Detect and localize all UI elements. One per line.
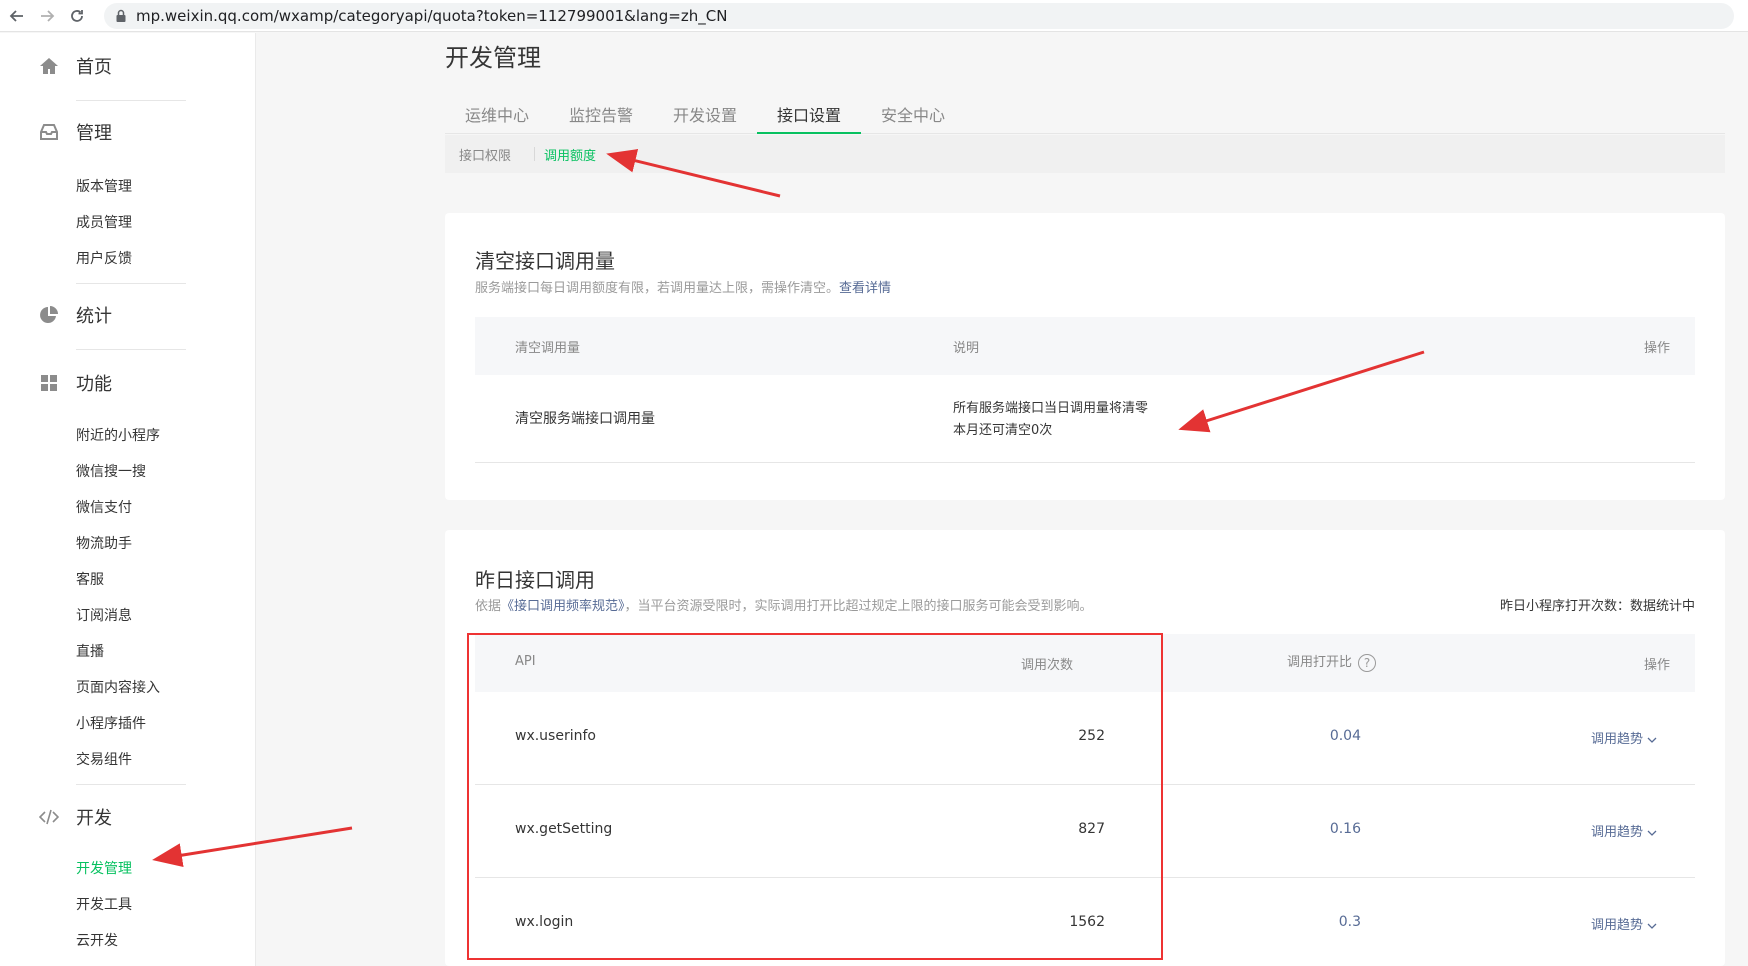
grid-icon [38, 372, 60, 394]
pie-chart-icon [38, 304, 60, 326]
divider [534, 147, 535, 161]
sidebar-item-dev[interactable]: 开发 [38, 804, 112, 830]
reload-button[interactable] [64, 3, 90, 29]
sidebar-item-dev-tools[interactable]: 开发工具 [76, 894, 132, 914]
sidebar-item-trade[interactable]: 交易组件 [76, 749, 132, 769]
card-description: 服务端接口每日调用额度有限，若调用量达上限，需操作清空。查看详情 [475, 277, 891, 296]
column-header-ratio: 调用打开比? [1287, 651, 1377, 672]
card-title: 昨日接口调用 [475, 568, 595, 592]
tab-ops[interactable]: 运维中心 [445, 96, 549, 134]
table-header: 清空调用量 说明 操作 [475, 317, 1695, 375]
trend-label: 调用趋势 [1590, 732, 1643, 747]
sidebar-item-dev-manage[interactable]: 开发管理 [76, 858, 132, 878]
sidebar-item-members[interactable]: 成员管理 [76, 212, 132, 232]
sidebar-item-content[interactable]: 页面内容接入 [76, 677, 160, 697]
subtab-bar: 接口权限 调用额度 [445, 135, 1725, 173]
sidebar-item-service[interactable]: 客服 [76, 569, 104, 589]
sidebar-item-features[interactable]: 功能 [38, 370, 112, 396]
tab-dev-settings[interactable]: 开发设置 [653, 96, 757, 134]
clear-quota-card: 清空接口调用量 服务端接口每日调用额度有限，若调用量达上限，需操作清空。查看详情… [445, 213, 1725, 500]
help-icon[interactable]: ? [1358, 653, 1377, 672]
code-icon [38, 806, 60, 828]
row-desc-2: 本月还可清空0次 [953, 423, 1053, 438]
sidebar-item-pay[interactable]: 微信支付 [76, 497, 132, 517]
row-name: 清空服务端接口调用量 [515, 411, 655, 427]
open-ratio: 0.3 [1338, 914, 1361, 930]
browser-toolbar: mp.weixin.qq.com/wxamp/categoryapi/quota… [0, 0, 1748, 32]
trend-dropdown[interactable]: 调用趋势 [1591, 914, 1657, 933]
tab-api-settings[interactable]: 接口设置 [757, 96, 861, 134]
lock-icon [116, 9, 126, 22]
forward-arrow-icon [41, 9, 55, 22]
sidebar-item-live[interactable]: 直播 [76, 641, 104, 661]
card-description: 依据《接口调用频率规范》，当平台资源受限时，实际调用打开比超过规定上限的接口服务… [475, 595, 1093, 614]
tab-security[interactable]: 安全中心 [861, 96, 965, 134]
chevron-down-icon [1647, 737, 1657, 743]
tab-monitor[interactable]: 监控告警 [549, 96, 653, 134]
row-desc-1: 所有服务端接口当日调用量将清零 [953, 401, 1149, 416]
sidebar-item-subscribe[interactable]: 订阅消息 [76, 605, 132, 625]
address-bar[interactable]: mp.weixin.qq.com/wxamp/categoryapi/quota… [104, 2, 1734, 29]
open-ratio: 0.04 [1329, 728, 1361, 744]
sidebar-home-label: 首页 [76, 57, 112, 78]
sidebar: 首页 管理 版本管理 成员管理 用户反馈 统计 功能 附近的小程序 微信搜一搜 … [0, 33, 256, 966]
divider [76, 349, 186, 350]
frequency-spec-link[interactable]: 《接口调用频率规范》 [501, 599, 625, 614]
page-title: 开发管理 [445, 44, 541, 72]
tab-bar: 运维中心 监控告警 开发设置 接口设置 安全中心 [445, 96, 1725, 134]
table-row: 清空服务端接口调用量 所有服务端接口当日调用量将清零 本月还可清空0次 [475, 375, 1695, 463]
sidebar-manage-label: 管理 [76, 123, 112, 144]
url-text: mp.weixin.qq.com/wxamp/categoryapi/quota… [136, 6, 728, 25]
sidebar-item-logistics[interactable]: 物流助手 [76, 533, 132, 553]
home-icon [38, 55, 60, 77]
reload-icon [71, 9, 83, 22]
sidebar-stats-label: 统计 [76, 306, 112, 327]
sidebar-dev-label: 开发 [76, 808, 112, 829]
chevron-down-icon [1647, 923, 1657, 929]
desc-text: 服务端接口每日调用额度有限，若调用量达上限，需操作清空。 [475, 281, 840, 296]
desc-suffix: ，当平台资源受限时，实际调用打开比超过规定上限的接口服务可能会受到影响。 [624, 599, 1093, 614]
open-count-note: 昨日小程序打开次数：数据统计中 [1499, 599, 1695, 614]
subtab-quota[interactable]: 调用额度 [544, 145, 596, 164]
column-header: 说明 [953, 341, 980, 356]
card-title: 清空接口调用量 [475, 249, 615, 273]
sidebar-item-feedback[interactable]: 用户反馈 [76, 248, 132, 268]
trend-dropdown[interactable]: 调用趋势 [1591, 821, 1657, 840]
sidebar-item-plugin[interactable]: 小程序插件 [76, 713, 146, 733]
divider [76, 100, 186, 101]
trend-dropdown[interactable]: 调用趋势 [1591, 728, 1657, 747]
chevron-down-icon [1647, 830, 1657, 836]
highlight-box [467, 633, 1163, 960]
sidebar-item-manage[interactable]: 管理 [38, 119, 112, 145]
column-header: 操作 [1643, 658, 1670, 673]
trend-label: 调用趋势 [1590, 918, 1643, 933]
sidebar-item-home[interactable]: 首页 [38, 53, 112, 79]
sidebar-item-version[interactable]: 版本管理 [76, 176, 132, 196]
sidebar-item-stats[interactable]: 统计 [38, 302, 112, 328]
column-header: 清空调用量 [515, 341, 581, 356]
divider [76, 283, 186, 284]
sidebar-features-label: 功能 [76, 374, 112, 395]
desc-prefix: 依据 [475, 599, 502, 614]
sidebar-item-search[interactable]: 微信搜一搜 [76, 461, 146, 481]
sidebar-item-cloud[interactable]: 云开发 [76, 930, 118, 950]
trend-label: 调用趋势 [1590, 825, 1643, 840]
ratio-header-label: 调用打开比 [1287, 655, 1353, 670]
divider [76, 784, 186, 785]
inbox-icon [38, 121, 60, 143]
subtab-api-permission[interactable]: 接口权限 [459, 145, 511, 164]
details-link[interactable]: 查看详情 [839, 281, 891, 296]
forward-button[interactable] [34, 3, 60, 29]
open-ratio: 0.16 [1329, 821, 1361, 837]
sidebar-item-nearby[interactable]: 附近的小程序 [76, 425, 160, 445]
back-arrow-icon [9, 9, 23, 22]
column-header: 操作 [1643, 341, 1670, 356]
back-button[interactable] [4, 3, 30, 29]
